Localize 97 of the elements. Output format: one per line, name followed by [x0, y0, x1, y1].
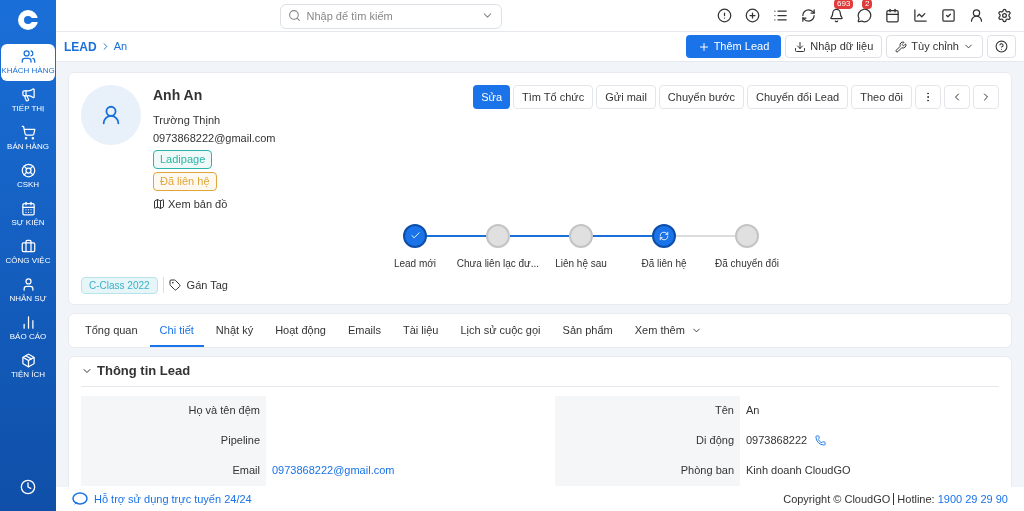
stage-step[interactable]: [403, 223, 427, 248]
check-icon: [409, 230, 421, 241]
field-value: Kinh doanh CloudGO: [746, 463, 851, 479]
tab[interactable]: Nhật ký: [205, 315, 264, 347]
user-icon[interactable]: [969, 8, 984, 23]
checkbox-icon[interactable]: [941, 8, 956, 23]
sidebar-item[interactable]: CÔNG VIỆC: [1, 234, 55, 271]
bell-icon[interactable]: [829, 8, 844, 23]
field-label: Di động: [696, 433, 734, 449]
stage-label: Liên hệ sau: [555, 256, 607, 271]
tab[interactable]: Tài liệu: [392, 315, 449, 347]
box-icon: [20, 353, 36, 368]
refresh-icon[interactable]: [801, 8, 816, 23]
import-button[interactable]: Nhập dữ liệu: [785, 35, 883, 58]
tab[interactable]: Xem thêm: [624, 315, 712, 347]
class-tag: C-Class 2022: [81, 276, 158, 294]
breadcrumb-current: An: [113, 39, 128, 55]
stage-label: Đã chuyển đổi: [715, 256, 779, 271]
calendar-icon: [20, 201, 36, 216]
field-value: An: [746, 403, 760, 419]
field-value: 0973868222: [746, 433, 808, 449]
tag: Ladipage: [153, 150, 213, 169]
count-badge: 2: [862, 0, 873, 9]
lifebuoy-icon: [20, 163, 36, 178]
help-button[interactable]: [987, 35, 1016, 58]
field-label: Email: [232, 463, 260, 479]
email-link[interactable]: 0973868222@gmail.com: [272, 462, 395, 479]
action-button[interactable]: Chuyển bước: [658, 85, 744, 109]
wrench-icon: [895, 40, 908, 53]
stage-label: Chưa liên lạc đư...: [456, 256, 540, 271]
action-button[interactable]: Chuyển đổi Lead: [747, 85, 849, 109]
count-badge: 693: [834, 0, 854, 9]
email-text: 0973868222@gmail.com: [153, 131, 276, 146]
sidebar-item[interactable]: KHÁCH HÀNG: [1, 44, 55, 81]
refresh-icon: [659, 230, 669, 241]
field-label: Phòng ban: [680, 463, 734, 479]
hotline-number[interactable]: 1900 29 29 90: [937, 490, 1008, 508]
tag-icon: [168, 279, 181, 291]
action-button[interactable]: Gửi mail: [596, 85, 656, 109]
customize-button[interactable]: Tùy chỉnh: [886, 35, 983, 58]
lead-name: Anh An: [153, 86, 203, 105]
history-icon[interactable]: [20, 479, 36, 495]
copyright-text: Copyright © CloudGO: [783, 491, 891, 507]
action-button[interactable]: Sửa: [473, 85, 511, 109]
map-icon: [153, 198, 165, 211]
tab[interactable]: Emails: [337, 315, 391, 347]
add-lead-button[interactable]: Thêm Lead: [685, 35, 782, 58]
breadcrumb-link[interactable]: LEAD: [64, 37, 97, 56]
support-link[interactable]: Hỗ trợ sử dụng trực tuyến 24/24: [94, 490, 252, 508]
sidebar-item[interactable]: TIỆN ÍCH: [1, 348, 55, 385]
chart-icon[interactable]: [913, 8, 928, 23]
map-link[interactable]: Xem bản đồ: [168, 196, 228, 213]
plus-icon: [697, 40, 710, 53]
field-label: Tên: [715, 403, 734, 419]
add-icon[interactable]: [745, 8, 760, 23]
megaphone-icon: [20, 87, 36, 102]
section-title: Thông tin Lead: [97, 362, 191, 381]
stage-label: Lead mới: [393, 256, 437, 271]
person-icon: [20, 277, 36, 292]
settings-icon[interactable]: [997, 8, 1012, 23]
tag: Đã liên hệ: [153, 172, 217, 191]
users-icon: [20, 49, 36, 64]
tab[interactable]: Sản phẩm: [552, 315, 623, 347]
sidebar-item[interactable]: NHÂN SỰ: [1, 272, 55, 309]
alert-icon[interactable]: [717, 8, 732, 23]
chat-bubble-icon: [72, 492, 88, 506]
tab[interactable]: Hoạt động: [265, 315, 336, 347]
user-icon: [100, 104, 122, 126]
logo-icon: [16, 8, 40, 32]
download-icon: [794, 40, 807, 53]
help-icon: [995, 40, 1008, 53]
stage-label: Đã liên hệ: [641, 256, 687, 271]
field-label: Pipeline: [220, 433, 260, 449]
calendar-icon[interactable]: [885, 8, 900, 23]
assign-tag-link[interactable]: Gán Tag: [186, 276, 228, 294]
stage-step[interactable]: [652, 223, 676, 248]
field-label: Họ và tên đệm: [188, 403, 260, 419]
action-button[interactable]: Theo dõi: [851, 85, 912, 109]
hotline-label: Hotline:: [897, 491, 935, 507]
tab[interactable]: Chi tiết: [149, 315, 204, 347]
tab[interactable]: Tổng quan: [75, 315, 148, 347]
sidebar-item[interactable]: SỰ KIỆN: [1, 196, 55, 233]
cart-icon: [20, 125, 36, 140]
sidebar-item[interactable]: BÁO CÁO: [1, 310, 55, 347]
briefcase-icon: [20, 239, 36, 254]
phone-icon[interactable]: [815, 435, 827, 446]
list-icon[interactable]: [773, 8, 788, 23]
search-icon: [287, 9, 301, 22]
company-text: Trường Thịnh: [153, 113, 221, 128]
sidebar-item[interactable]: BÁN HÀNG: [1, 120, 55, 157]
action-button[interactable]: Tìm Tổ chức: [513, 85, 594, 109]
chat-icon[interactable]: [857, 8, 872, 23]
tab[interactable]: Lịch sử cuộc gọi: [450, 315, 551, 347]
search-field[interactable]: Nhập để tìm kiếm: [279, 3, 502, 29]
sidebar-item[interactable]: CSKH: [1, 158, 55, 195]
sidebar-item[interactable]: TIẾP THỊ: [1, 82, 55, 119]
chart-icon: [20, 315, 36, 330]
